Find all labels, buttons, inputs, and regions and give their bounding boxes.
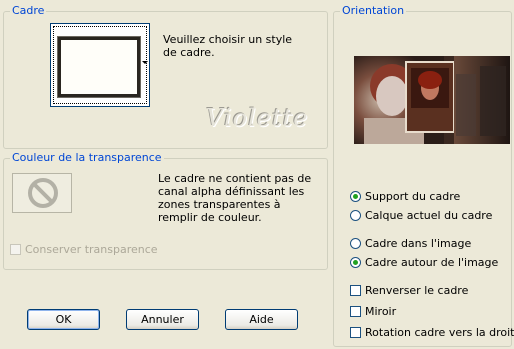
radio-cadre-dans-image[interactable]: Cadre dans l'image (350, 237, 471, 250)
radio-calque-actuel[interactable]: Calque actuel du cadre (350, 209, 492, 222)
checkbox-box[interactable] (350, 306, 361, 317)
transparency-group-title: Couleur de la transparence (10, 151, 164, 165)
radio-label: Calque actuel du cadre (365, 209, 493, 222)
radio-label: Cadre autour de l'image (365, 256, 499, 269)
transparency-color-swatch (12, 173, 72, 213)
frame-style-picker-button[interactable] (50, 23, 150, 107)
preview-image (354, 56, 510, 144)
radio-button[interactable] (350, 257, 361, 268)
dropdown-arrow-icon (142, 61, 148, 64)
transparency-message: Le cadre ne contient pas de canal alpha … (158, 172, 312, 224)
orientation-group-title: Orientation (340, 4, 407, 18)
checkbox-label: Renverser le cadre (365, 284, 469, 297)
frame-hint-text: Veuillez choisir un style de cadre. (163, 33, 293, 59)
radio-cadre-autour-image[interactable]: Cadre autour de l'image (350, 256, 498, 269)
keep-transparency-box[interactable] (10, 244, 21, 255)
checkbox-label: Miroir (365, 305, 397, 318)
cancel-button[interactable]: Annuler (126, 309, 199, 330)
keep-transparency-checkbox[interactable]: Conserver transparence (10, 243, 158, 256)
radio-button[interactable] (350, 238, 361, 249)
watermark-text: Violette (206, 104, 309, 132)
radio-label: Cadre dans l'image (365, 237, 472, 250)
ok-button[interactable]: OK (27, 309, 100, 330)
radio-support-du-cadre[interactable]: Support du cadre (350, 190, 460, 203)
checkbox-rotation[interactable]: Rotation cadre vers la droite (350, 326, 514, 339)
frame-group-title: Cadre (10, 4, 47, 18)
radio-button[interactable] (350, 191, 361, 202)
keep-transparency-label: Conserver transparence (25, 243, 158, 256)
radio-label: Support du cadre (365, 190, 461, 203)
checkbox-box[interactable] (350, 285, 361, 296)
checkbox-label: Rotation cadre vers la droite (365, 326, 514, 339)
checkbox-miroir[interactable]: Miroir (350, 305, 396, 318)
radio-button[interactable] (350, 210, 361, 221)
no-symbol-icon (28, 178, 58, 208)
checkbox-box[interactable] (350, 327, 361, 338)
frame-thumbnail (57, 36, 141, 98)
help-button[interactable]: Aide (225, 309, 298, 330)
checkbox-renverser[interactable]: Renverser le cadre (350, 284, 468, 297)
